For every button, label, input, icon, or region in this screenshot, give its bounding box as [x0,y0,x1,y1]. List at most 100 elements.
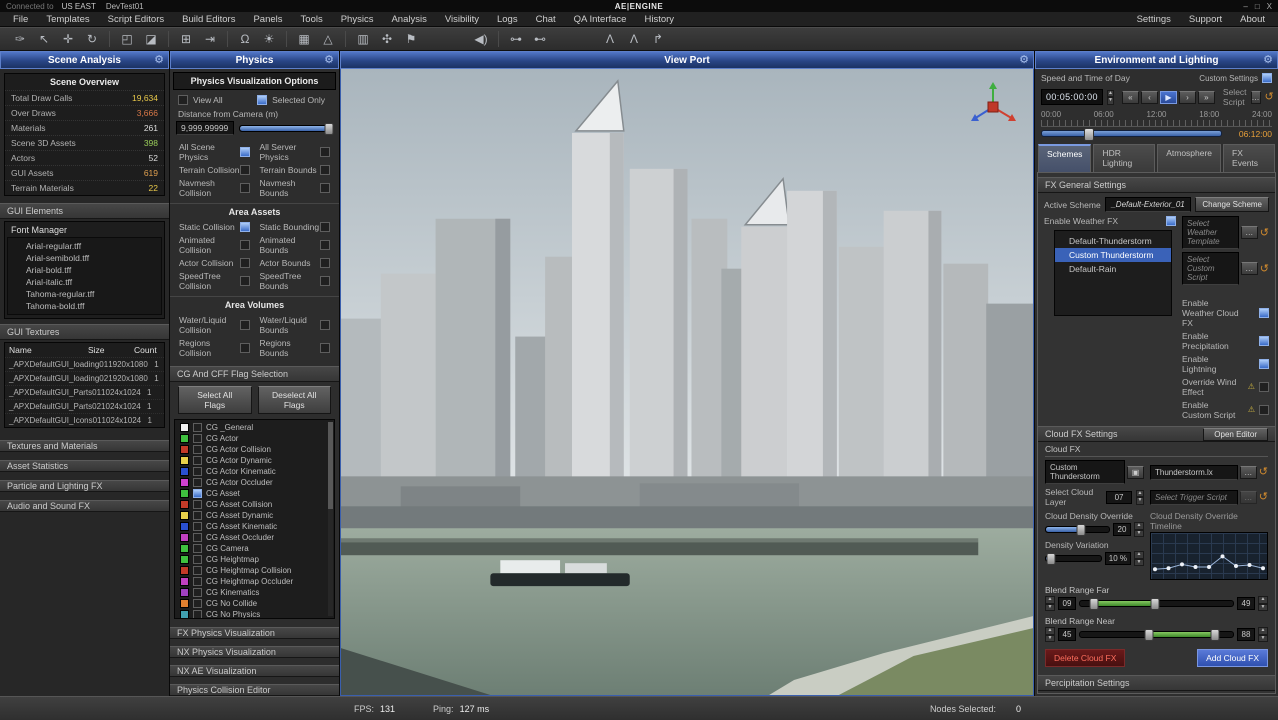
browse-button-disabled[interactable]: … [1240,491,1257,504]
flag-checkbox[interactable] [193,533,202,542]
minimize-button[interactable]: – [1243,2,1247,11]
checkbox[interactable] [320,165,330,175]
flag-item[interactable]: CG Kinematics [175,587,334,598]
checkbox[interactable] [320,222,330,232]
checkbox[interactable] [240,240,250,250]
flag-checkbox[interactable] [193,599,202,608]
checkbox[interactable] [240,276,250,286]
collapsed-section[interactable]: FX Physics Visualization [170,627,339,639]
checkbox[interactable] [320,240,330,250]
enable-weather-checkbox[interactable] [1166,216,1176,226]
blend-far-max-stepper[interactable]: ▲▼ [1258,596,1268,611]
distance-slider[interactable] [239,125,333,132]
active-scheme-input[interactable]: _Default-Exterior_01 [1105,197,1192,212]
walk-in-icon[interactable]: Ʌ [598,30,622,48]
font-item[interactable]: Tahoma-bold.tff [8,300,161,312]
undo-icon[interactable]: ↺ [1260,264,1269,274]
gear-icon[interactable]: ⚙ [324,53,334,66]
checkbox[interactable] [240,183,250,193]
tab[interactable]: Schemes [1038,144,1091,172]
toolbar-icon[interactable] [345,31,346,47]
checkbox[interactable] [320,183,330,193]
maximize-button[interactable]: □ [1255,2,1260,11]
select-all-flags-button[interactable]: Select All Flags [178,386,252,414]
checkbox[interactable] [320,147,330,157]
undo-icon[interactable]: ↺ [1259,492,1268,502]
weather-scheme-item[interactable]: Custom Thunderstorm [1055,248,1171,262]
flag-checkbox[interactable] [193,423,202,432]
checkbox[interactable] [320,320,330,330]
flag-checkbox[interactable] [193,478,202,487]
mesh-lattice-icon[interactable]: ✣ [375,30,399,48]
save-icon[interactable]: ▣ [1127,466,1144,479]
menu-item[interactable]: Script Editors [99,14,174,25]
path-arrow-icon[interactable]: ↱ [646,30,670,48]
cloud-layer-value[interactable]: 07 [1106,491,1132,504]
section-gui-textures[interactable]: GUI Textures [0,324,169,340]
collapsed-section[interactable]: Textures and Materials [0,440,169,452]
distance-input[interactable]: 9,999.99999 [176,121,234,135]
delete-cloud-fx-button[interactable]: Delete Cloud FX [1045,649,1125,667]
transport-button[interactable]: » [1198,91,1215,104]
gear-icon[interactable]: ⚙ [1019,53,1029,66]
move-tool-icon[interactable]: ✛ [56,30,80,48]
change-scheme-button[interactable]: Change Scheme [1195,197,1269,212]
browse-button[interactable]: … [1241,262,1258,275]
collapsed-section[interactable]: Asset Statistics [0,460,169,472]
flag-item[interactable]: CG Actor Kinematic [175,466,334,477]
scale-tool-icon[interactable]: ◰ [115,30,139,48]
menu-item[interactable]: Analysis [382,14,435,25]
select-tool-icon[interactable]: ↖ [32,30,56,48]
variation-stepper[interactable]: ▲▼ [1134,551,1144,566]
blend-near-max-value[interactable]: 88 [1237,628,1255,641]
collapsed-section[interactable]: Audio and Sound FX [0,500,169,512]
cloud-timeline-chart[interactable] [1150,532,1268,580]
menu-item[interactable]: Panels [244,14,291,25]
flag-checkbox[interactable] [193,544,202,553]
blend-near-min-value[interactable]: 45 [1058,628,1076,641]
custom-script-input[interactable]: Select Custom Script [1182,252,1239,285]
rotate-tool-icon[interactable]: ↻ [80,30,104,48]
blend-far-min-stepper[interactable]: ▲▼ [1045,596,1055,611]
align-tool-icon[interactable]: ⇥ [198,30,222,48]
close-button[interactable]: X [1267,2,1272,11]
undo-icon[interactable]: ↺ [1260,228,1269,238]
blend-near-min-stepper[interactable]: ▲▼ [1045,627,1055,642]
flag-checkbox[interactable] [193,445,202,454]
time-stepper[interactable]: ▲▼ [1107,90,1114,105]
time-input[interactable]: 00:05:00:00 [1041,89,1103,105]
selected-only-checkbox[interactable] [257,95,267,105]
script-flag-icon[interactable]: ⚑ [399,30,423,48]
flag-checkbox[interactable] [193,555,202,564]
tab[interactable]: HDR Lighting [1093,144,1155,172]
flag-checkbox[interactable] [193,588,202,597]
flag-item[interactable]: CG Asset [175,488,334,499]
section-flag-selection[interactable]: CG And CFF Flag Selection [170,366,339,382]
flag-item[interactable]: CG Camera [175,543,334,554]
undo-icon[interactable]: ↺ [1259,467,1268,477]
flag-checkbox[interactable] [193,467,202,476]
density-variation-value[interactable]: 10 % [1105,552,1131,565]
menu-item[interactable]: QA Interface [565,14,636,25]
flag-checkbox[interactable] [193,566,202,575]
select-script-browse-button[interactable]: … [1251,91,1261,104]
menu-item[interactable]: File [4,14,37,25]
audio-speaker-icon[interactable]: ◀) [469,30,493,48]
cloud-layer-stepper[interactable]: ▲▼ [1136,490,1144,505]
collapsed-section[interactable]: NX AE Visualization [170,665,339,677]
flag-checkbox[interactable] [193,456,202,465]
flag-checkbox[interactable] [193,489,202,498]
texture-row[interactable]: _APXDefaultGUI_loading02 1920x1080 1 [5,371,164,385]
transport-button[interactable]: ▶ [1160,91,1177,104]
toolbar-icon[interactable] [109,31,110,47]
axis-gizmo[interactable] [967,79,1019,131]
snap-grid-icon[interactable]: ⊞ [174,30,198,48]
toolbar-icon[interactable] [552,30,598,48]
walk-out-icon[interactable]: Ʌ [622,30,646,48]
texture-row[interactable]: _APXDefaultGUI_Parts01 1024x1024 1 [5,385,164,399]
toolbar-icon[interactable] [168,31,169,47]
checkbox[interactable] [240,320,250,330]
checkbox[interactable] [240,343,250,353]
checkbox[interactable] [320,258,330,268]
flag-checkbox[interactable] [193,522,202,531]
